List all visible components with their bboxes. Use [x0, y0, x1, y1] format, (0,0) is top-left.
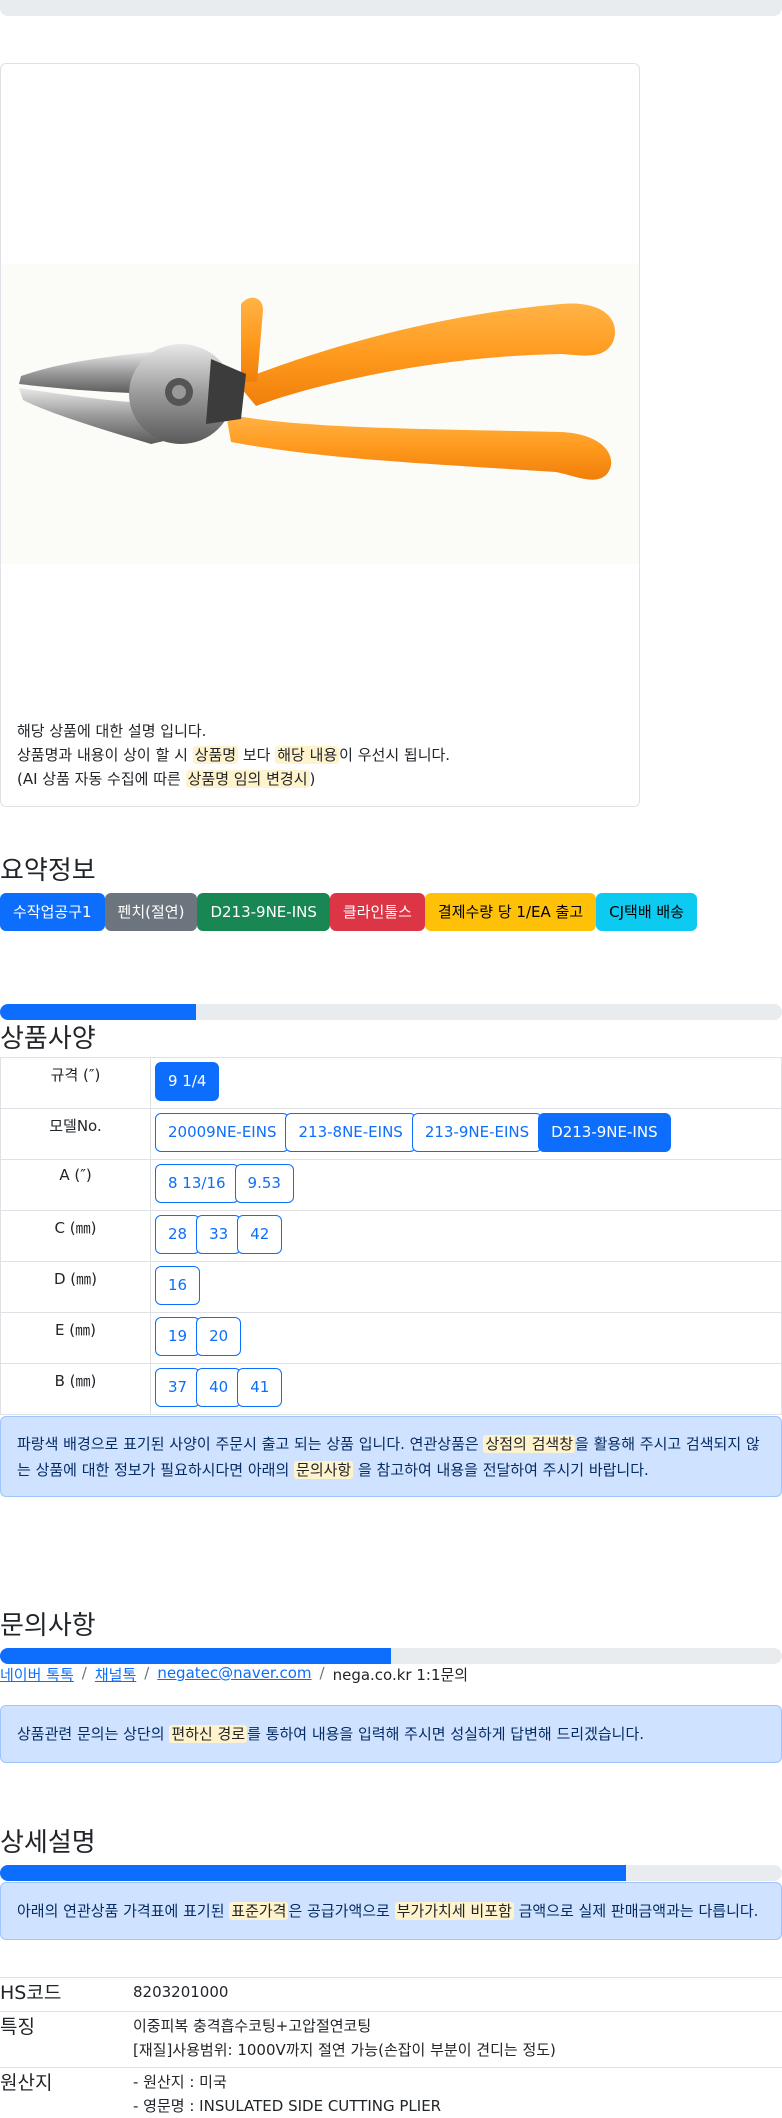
detail-title: 상세설명 — [0, 1828, 96, 1858]
separator: / — [81, 1664, 87, 1682]
summary-badge: 결제수량 당 1/EA 출고 — [424, 893, 597, 931]
spec-option-button[interactable]: 213-8NE-EINS — [285, 1113, 416, 1152]
highlight-inquiry: 문의사항 — [294, 1461, 354, 1479]
spec-row: E (㎜) 19 20 — [0, 1312, 782, 1364]
highlight-product-name: 상품명 — [192, 746, 239, 764]
naver-talk-link[interactable]: 네이버 톡톡 — [0, 1664, 74, 1685]
spec-option-button[interactable]: 213-9NE-EINS — [411, 1113, 543, 1152]
specs-progress-bar — [0, 1004, 782, 1020]
summary-badge: 클라인툴스 — [329, 893, 425, 931]
note-line-2: 상품명과 내용이 상이 할 시 상품명 보다 해당 내용 이 우선시 됩니다. — [17, 746, 451, 764]
detail-notice: 아래의 연관상품 가격표에 표기된 표준가격 은 공급가액으로 부가가치세 비포함… — [0, 1882, 782, 1940]
spec-option-button[interactable]: 42 — [237, 1215, 283, 1254]
highlight-search: 상점의 검색창 — [483, 1435, 576, 1453]
spec-option-button[interactable]: 40 — [196, 1368, 242, 1407]
inquiry-links: 네이버 톡톡 / 채널톡 / negatec@naver.com / nega.… — [0, 1664, 468, 1685]
detail-progress-bar — [0, 1865, 782, 1881]
highlight-standard-price: 표준가격 — [229, 1902, 289, 1920]
detail-key: HS코드 — [0, 1982, 62, 2004]
channel-talk-link[interactable]: 채널톡 — [95, 1664, 136, 1685]
spec-row: 규격 (″) 9 1/4 — [0, 1057, 782, 1109]
inquiry-notice: 상품관련 문의는 상단의 편하신 경로 를 통하여 내용을 입력해 주시면 성실하… — [0, 1705, 782, 1763]
summary-badge: D213-9NE-INS — [197, 893, 330, 931]
separator: / — [319, 1664, 325, 1682]
specs-notice: 파랑색 배경으로 표기된 사양이 주문시 출고 되는 상품 입니다. 연관상품은… — [0, 1416, 782, 1497]
highlight-content: 해당 내용 — [275, 746, 340, 764]
detail-key: 원산지 — [0, 2072, 53, 2094]
inquiry-progress-bar — [0, 1648, 782, 1664]
spec-option-button[interactable]: 20 — [196, 1317, 242, 1356]
highlight-vat: 부가가치세 비포함 — [394, 1902, 514, 1920]
product-card: 해당 상품에 대한 설명 입니다. 상품명과 내용이 상이 할 시 상품명 보다… — [0, 63, 640, 807]
separator: / — [144, 1664, 150, 1682]
spec-option-button[interactable]: 16 — [155, 1266, 201, 1305]
spec-option-button[interactable]: D213-9NE-INS — [538, 1113, 671, 1152]
spec-options: 19 20 — [150, 1312, 782, 1364]
spec-option-button[interactable]: 9.53 — [234, 1164, 294, 1203]
spec-options: 8 13/16 9.53 — [150, 1159, 782, 1211]
highlight-channel: 편하신 경로 — [169, 1725, 248, 1743]
email-link[interactable]: negatec@naver.com — [157, 1664, 311, 1685]
spec-label: A (″) — [0, 1159, 151, 1211]
spec-row: D (㎜) 16 — [0, 1261, 782, 1313]
detail-value: 이중피복 충격흡수코팅+고압절연코팅 [재질]사용범위: 1000V까지 절연 가… — [133, 2017, 556, 2059]
spec-row: 모델No. 20009NE-EINS 213-8NE-EINS 213-9NE-EIN… — [0, 1108, 782, 1160]
highlight-name-change: 상품명 임의 변경시 — [185, 770, 310, 788]
specs-title: 상품사양 — [0, 1024, 96, 1054]
spec-label: 모델No. — [0, 1108, 151, 1160]
spec-options: 20009NE-EINS 213-8NE-EINS 213-9NE-EINS D213… — [150, 1108, 782, 1160]
spec-options: 16 — [150, 1261, 782, 1313]
summary-badge: CJ택배 배송 — [596, 893, 698, 931]
spec-table: 규격 (″) 9 1/4 모델No. 20009NE-EINS 213-8NE-EINS… — [0, 1057, 782, 1415]
detail-row-features: 특징 이중피복 충격흡수코팅+고압절연코팅 [재질]사용범위: 1000V까지 절… — [0, 2011, 782, 2067]
detail-key: 특징 — [0, 2016, 35, 2038]
spec-option-button[interactable]: 41 — [237, 1368, 283, 1407]
spec-label: 규격 (″) — [0, 1057, 151, 1109]
spec-options: 37 40 41 — [150, 1363, 782, 1415]
product-note: 해당 상품에 대한 설명 입니다. 상품명과 내용이 상이 할 시 상품명 보다… — [17, 719, 450, 791]
spec-options: 28 33 42 — [150, 1210, 782, 1262]
spec-row: B (㎜) 37 40 41 — [0, 1363, 782, 1415]
summary-badge: 펜치(절연) — [104, 893, 198, 931]
spec-label: E (㎜) — [0, 1312, 151, 1364]
inquiry-title: 문의사항 — [0, 1611, 96, 1641]
summary-title: 요약정보 — [0, 856, 96, 886]
detail-row-origin: 원산지 - 원산지 : 미국 - 영문명 : INSULATED SIDE CUT… — [0, 2067, 782, 2115]
spec-options: 9 1/4 — [150, 1057, 782, 1109]
spec-row: C (㎜) 28 33 42 — [0, 1210, 782, 1262]
note-line-1: 해당 상품에 대한 설명 입니다. — [17, 722, 207, 740]
note-line-3: (AI 상품 자동 수집에 따른 상품명 임의 변경시) — [17, 770, 316, 788]
spec-label: C (㎜) — [0, 1210, 151, 1262]
spec-option-button[interactable]: 19 — [155, 1317, 201, 1356]
summary-badges: 수작업공구1 펜치(절연) D213-9NE-INS 클라인툴스 결제수량 당 1/EA… — [0, 893, 698, 931]
pliers-image — [19, 297, 616, 480]
spec-label: D (㎜) — [0, 1261, 151, 1313]
detail-value: 8203201000 — [133, 1983, 229, 2001]
top-progress-bar — [0, 0, 782, 16]
summary-badge: 수작업공구1 — [0, 893, 105, 931]
detail-row-hs-code: HS코드 8203201000 — [0, 1977, 782, 2011]
spec-option-button[interactable]: 8 13/16 — [155, 1164, 239, 1203]
spec-option-button[interactable]: 33 — [196, 1215, 242, 1254]
site-inquiry-text: nega.co.kr 1:1문의 — [332, 1666, 469, 1684]
detail-value: - 원산지 : 미국 - 영문명 : INSULATED SIDE CUTTING… — [133, 2073, 442, 2115]
spec-option-button[interactable]: 20009NE-EINS — [155, 1113, 290, 1152]
spec-label: B (㎜) — [0, 1363, 151, 1415]
spec-option-button[interactable]: 37 — [155, 1368, 201, 1407]
spec-option-button[interactable]: 9 1/4 — [155, 1062, 220, 1101]
spec-option-button[interactable]: 28 — [155, 1215, 201, 1254]
product-image — [1, 264, 639, 564]
spec-row: A (″) 8 13/16 9.53 — [0, 1159, 782, 1211]
